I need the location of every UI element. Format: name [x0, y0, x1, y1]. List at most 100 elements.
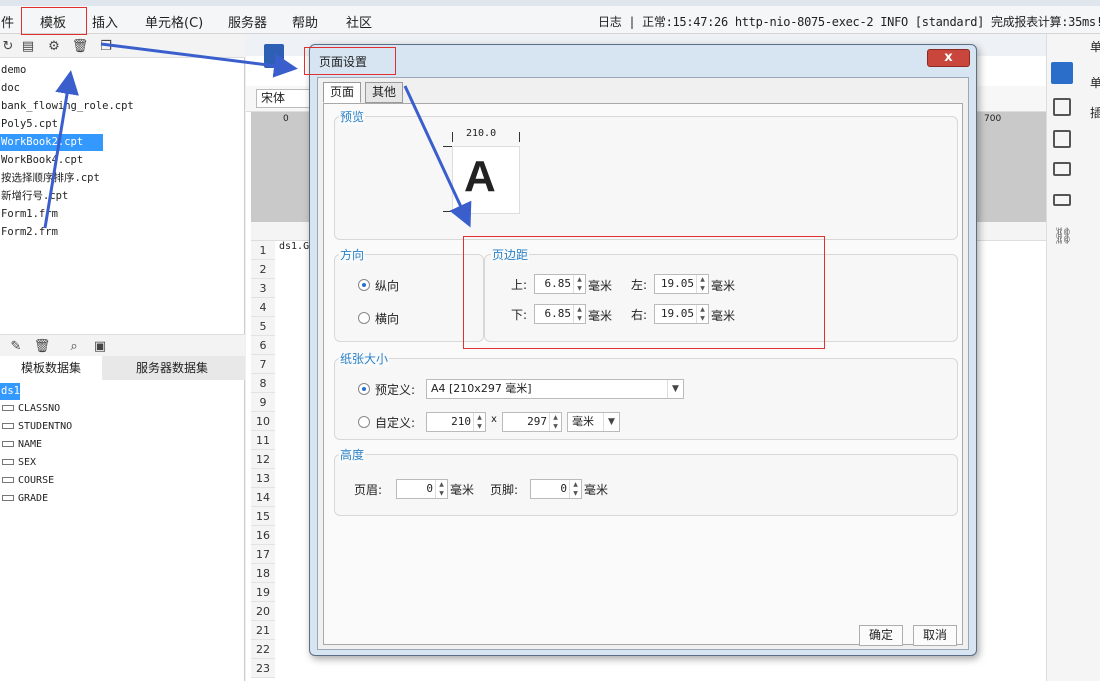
row-number[interactable]: 3 [251, 279, 275, 298]
font-select[interactable]: 宋体 [256, 89, 316, 108]
file-item[interactable]: 按选择顺序排序.cpt [0, 170, 100, 187]
chevron-down-icon[interactable]: ▼ [603, 413, 619, 431]
row-number[interactable]: 17 [251, 545, 275, 564]
custom-height-input[interactable]: 297 ▲ ▼ [502, 412, 562, 432]
ok-button[interactable]: 确定 [859, 625, 903, 646]
row-number[interactable]: 5 [251, 317, 275, 336]
chevron-down-icon[interactable]: ▼ [667, 380, 683, 398]
row-number[interactable]: 21 [251, 621, 275, 640]
row-number[interactable]: 4 [251, 298, 275, 317]
row-number[interactable]: 22 [251, 640, 275, 659]
field-item[interactable]: SEX [2, 454, 36, 471]
row-number[interactable]: 18 [251, 564, 275, 583]
field-label: NAME [18, 439, 43, 450]
file-item[interactable]: Poly5.cpt [0, 116, 58, 133]
dataset-item[interactable]: ds1 [0, 383, 20, 400]
spinner-arrows-icon[interactable]: ▲ ▼ [435, 480, 447, 498]
refresh-icon[interactable]: ↻ [0, 38, 16, 54]
copy-icon[interactable]: ❐ [98, 38, 114, 54]
tab-other[interactable]: 其他 [365, 82, 404, 103]
row-number[interactable]: 6 [251, 336, 275, 355]
spinner-arrows-icon[interactable]: ▲ ▼ [569, 480, 581, 498]
file-item-selected[interactable]: WorkBook2.cpt [0, 134, 103, 151]
width-label: 210.0 [466, 128, 497, 139]
footer-height-input[interactable]: 0 ▲ ▼ [530, 479, 582, 499]
delete-icon[interactable]: 🗑 [72, 38, 89, 54]
log-status: 日志 | 正常:15:47:26 http-nio-8075-exec-2 IN… [598, 15, 1100, 29]
file-item[interactable]: 新增行号.cpt [0, 188, 68, 205]
menu-help[interactable]: 帮助 [292, 12, 318, 31]
close-button[interactable]: x [927, 49, 970, 67]
right-properties-strip: ⛓ 单 单 插 [1046, 34, 1100, 681]
condition-icon[interactable] [1053, 194, 1071, 206]
hyperlink-icon[interactable]: ⛓ [1053, 226, 1073, 245]
field-label: GRADE [18, 493, 49, 504]
file-item[interactable]: bank_flowing_role.cpt [0, 98, 134, 115]
height-title: 高度 [339, 446, 366, 463]
row-number[interactable]: 16 [251, 526, 275, 545]
file-item[interactable]: Form1.frm [0, 206, 58, 223]
frame-icon[interactable] [1053, 130, 1071, 148]
tab-template-dataset[interactable]: 模板数据集 [0, 356, 102, 380]
tab-server-dataset[interactable]: 服务器数据集 [102, 356, 242, 380]
portrait-radio[interactable] [358, 279, 370, 291]
menu-community[interactable]: 社区 [346, 12, 372, 31]
field-item[interactable]: COURSE [2, 472, 54, 489]
file-item[interactable]: doc [0, 80, 20, 97]
cell-properties-icon[interactable] [1051, 62, 1073, 84]
spinner-arrows-icon[interactable]: ▲ ▼ [549, 413, 561, 431]
dataset-settings-icon[interactable]: ▣ [92, 338, 108, 354]
row-number[interactable]: 9 [251, 393, 275, 412]
predefined-radio[interactable] [358, 383, 370, 395]
file-item[interactable]: demo [0, 62, 26, 79]
delete-icon[interactable]: 🗑 [34, 338, 51, 354]
row-number[interactable]: 15 [251, 507, 275, 526]
paper-size-value: A4 [210x297 毫米] [431, 382, 532, 395]
row-number[interactable]: 14 [251, 488, 275, 507]
dropdown-icon[interactable] [1053, 162, 1071, 176]
menu-insert[interactable]: 插入 [92, 12, 118, 31]
custom-radio[interactable] [358, 416, 370, 428]
file-item[interactable]: WorkBook4.cpt [0, 152, 83, 169]
header-height-input[interactable]: 0 ▲ ▼ [396, 479, 448, 499]
row-number[interactable]: 2 [251, 260, 275, 279]
ruler-mark: 0 [283, 114, 289, 124]
field-item[interactable]: NAME [2, 436, 42, 453]
row-number[interactable]: 12 [251, 450, 275, 469]
menu-file[interactable]: 件 [1, 12, 14, 31]
menu-cell[interactable]: 单元格(C) [145, 12, 203, 31]
row-number[interactable]: 11 [251, 431, 275, 450]
widget-icon[interactable] [1053, 98, 1071, 116]
height-dimension [443, 146, 452, 212]
landscape-radio[interactable] [358, 312, 370, 324]
export-icon[interactable]: ▤ [20, 38, 36, 54]
row-number[interactable]: 23 [251, 659, 275, 678]
cancel-button[interactable]: 取消 [913, 625, 957, 646]
menu-server[interactable]: 服务器 [228, 12, 267, 31]
row-number[interactable]: 13 [251, 469, 275, 488]
dialog-title-bar[interactable]: 页面设置 x [310, 45, 976, 75]
cell-a1[interactable]: ds1.G [279, 241, 309, 252]
settings-icon[interactable]: ⚙ [46, 38, 62, 54]
panel-label: 插 [1090, 106, 1100, 120]
preview-icon[interactable]: ⌕ [66, 338, 82, 354]
custom-unit-select[interactable]: 毫米 ▼ [567, 412, 620, 432]
spinner-arrows-icon[interactable]: ▲ ▼ [473, 413, 485, 431]
field-item[interactable]: STUDENTNO [2, 418, 72, 435]
row-number[interactable]: 19 [251, 583, 275, 602]
edit-icon[interactable]: ✎ [8, 338, 24, 354]
field-item[interactable]: CLASSNO [2, 400, 60, 417]
page-preview: A [452, 146, 520, 214]
row-number[interactable]: 20 [251, 602, 275, 621]
row-number[interactable]: 7 [251, 355, 275, 374]
row-number[interactable]: 1 [251, 241, 275, 260]
paper-size-select[interactable]: A4 [210x297 毫米] ▼ [426, 379, 684, 399]
field-label: STUDENTNO [18, 421, 73, 432]
custom-width-input[interactable]: 210 ▲ ▼ [426, 412, 486, 432]
file-item[interactable]: Form2.frm [0, 224, 58, 241]
row-number[interactable]: 8 [251, 374, 275, 393]
row-number[interactable]: 10 [251, 412, 275, 431]
tab-page[interactable]: 页面 [323, 82, 362, 103]
panel-label: 单 [1090, 40, 1100, 54]
field-item[interactable]: GRADE [2, 490, 48, 507]
